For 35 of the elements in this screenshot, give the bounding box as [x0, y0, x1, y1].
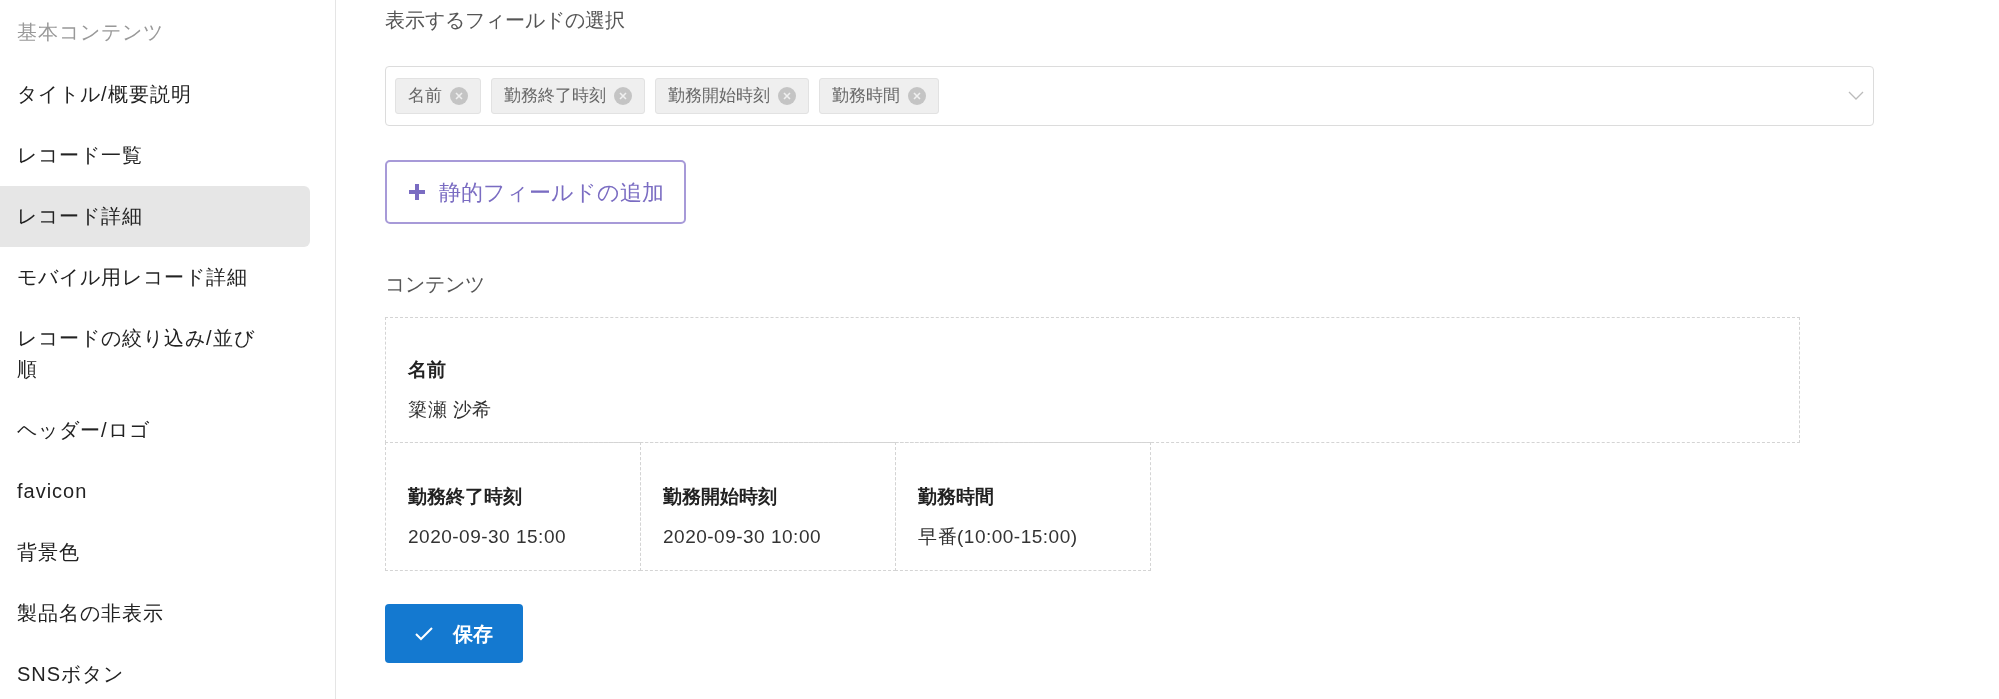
remove-icon[interactable]: [450, 87, 468, 105]
field-label: 勤務終了時刻: [408, 485, 523, 509]
tag-label: 勤務時間: [832, 85, 900, 108]
remove-icon[interactable]: [778, 87, 796, 105]
save-button[interactable]: 保存: [385, 604, 523, 663]
sidebar-item[interactable]: ヘッダー/ロゴ: [0, 400, 310, 461]
field-label: 勤務時間: [918, 485, 995, 509]
remove-icon[interactable]: [614, 87, 632, 105]
sidebar-item[interactable]: タイトル/概要説明: [0, 64, 310, 125]
sidebar-item[interactable]: モバイル用レコード詳細: [0, 247, 310, 308]
sidebar-item[interactable]: レコードの絞り込み/並び順: [0, 308, 310, 400]
tag-label: 勤務終了時刻: [504, 85, 606, 108]
section-label: コンテンツ: [385, 272, 486, 297]
section-label: 表示するフィールドの選択: [385, 8, 626, 33]
tag-label: 名前: [408, 85, 442, 108]
field-label: 勤務開始時刻: [663, 485, 778, 509]
remove-icon[interactable]: [908, 87, 926, 105]
sidebar-item[interactable]: 背景色: [0, 522, 310, 583]
field-value: 2020-09-30 10:00: [663, 525, 822, 549]
tag-label: 勤務開始時刻: [668, 85, 770, 108]
sidebar-header: 基本コンテンツ: [16, 20, 165, 45]
sidebar-item[interactable]: favicon: [0, 461, 310, 522]
field-value: 2020-09-30 15:00: [408, 525, 567, 549]
sidebar-item[interactable]: レコード詳細: [0, 186, 310, 247]
sidebar-item[interactable]: レコード一覧: [0, 125, 310, 186]
plus-icon: [407, 182, 427, 202]
check-icon: [415, 626, 433, 641]
field-label: 名前: [408, 358, 447, 382]
field-value: 簗瀬 沙希: [408, 398, 493, 422]
chevron-down-icon[interactable]: [1848, 91, 1864, 101]
field-select[interactable]: 名前 勤務終了時刻 勤務開始時刻 勤務時間: [385, 66, 1874, 126]
field-value: 早番(10:00-15:00): [918, 525, 1079, 549]
sidebar-item[interactable]: 製品名の非表示: [0, 583, 310, 644]
sidebar-item[interactable]: SNSボタン: [0, 644, 310, 699]
add-static-field-button[interactable]: 静的フィールドの追加: [385, 160, 686, 224]
